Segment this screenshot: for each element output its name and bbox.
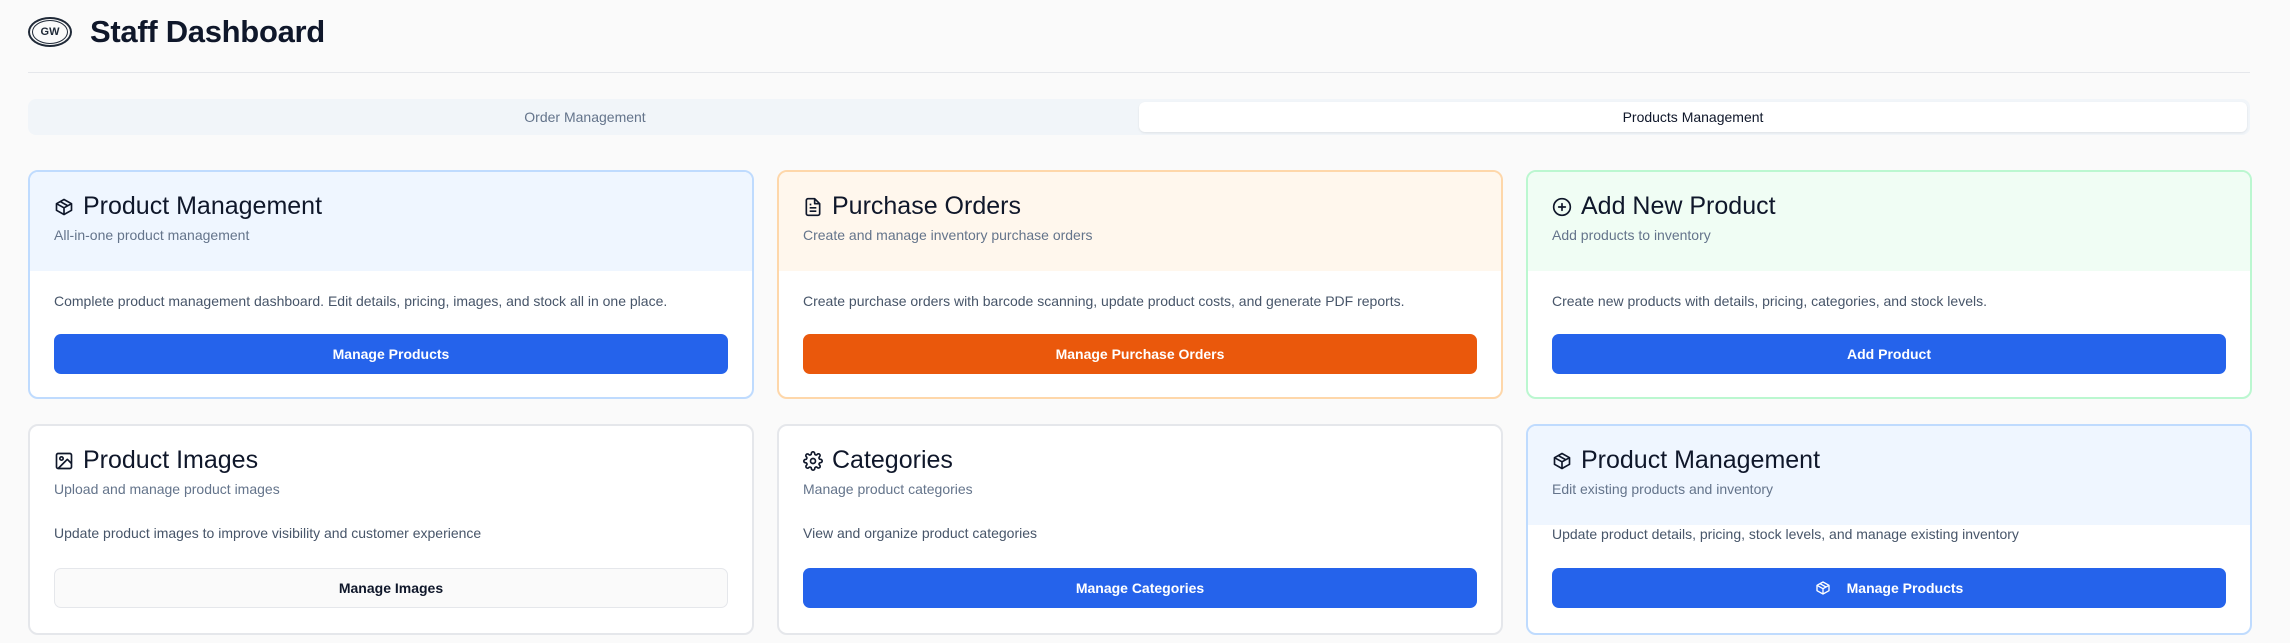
manage-products-button[interactable]: Manage Products: [54, 334, 728, 374]
package-icon: [1553, 452, 1571, 469]
tab-order-management[interactable]: Order Management: [31, 102, 1139, 132]
card-title: Product Images: [83, 446, 259, 474]
page-title: Staff Dashboard: [90, 14, 325, 49]
card-title: Add New Product: [1581, 192, 1776, 220]
card-product-images: Product Images Upload and manage product…: [28, 424, 754, 635]
manage-categories-button[interactable]: Manage Categories: [803, 568, 1477, 608]
card-title: Product Management: [1581, 446, 1821, 474]
card-purchase-orders: Purchase Orders Create and manage invent…: [777, 170, 1503, 399]
card-subtitle: Edit existing products and inventory: [1552, 481, 1774, 497]
gear-icon: [803, 450, 823, 471]
plus-circle-icon: [1552, 197, 1572, 216]
tab-list: Order Management Products Management: [28, 99, 2250, 135]
image-icon: [55, 452, 73, 469]
package-icon: [55, 198, 73, 215]
button-label: Manage Products: [1846, 580, 1964, 596]
card-subtitle: Upload and manage product images: [54, 481, 280, 497]
card-subtitle: All-in-one product management: [54, 227, 250, 243]
card-description: View and organize product categories: [803, 525, 1038, 541]
logo-text: GW: [32, 20, 68, 44]
card-subtitle: Add products to inventory: [1552, 227, 1711, 243]
package-icon: [1815, 581, 1830, 595]
card-product-management: Product Management All-in-one product ma…: [28, 170, 754, 399]
header-divider: [28, 72, 2250, 73]
card-subtitle: Manage product categories: [803, 481, 973, 497]
card-add-new-product: Add New Product Add products to inventor…: [1526, 170, 2252, 399]
file-text-icon: [805, 197, 821, 216]
card-categories: Categories Manage product categories Vie…: [777, 424, 1503, 635]
card-description: Update product details, pricing, stock l…: [1552, 526, 2019, 542]
add-product-button[interactable]: Add Product: [1552, 334, 2226, 374]
card-subtitle: Create and manage inventory purchase ord…: [803, 227, 1093, 243]
manage-purchase-orders-button[interactable]: Manage Purchase Orders: [803, 334, 1477, 374]
card-description: Create new products with details, pricin…: [1552, 293, 1987, 309]
manage-products-button[interactable]: Manage Products: [1552, 568, 2226, 608]
manage-images-button[interactable]: Manage Images: [54, 568, 728, 608]
card-description: Complete product management dashboard. E…: [54, 293, 668, 309]
card-title: Product Management: [83, 192, 323, 220]
card-title: Categories: [832, 446, 953, 474]
card-description: Update product images to improve visibil…: [54, 525, 482, 541]
logo[interactable]: GW: [28, 17, 72, 47]
card-description: Create purchase orders with barcode scan…: [803, 293, 1405, 309]
tab-products-management[interactable]: Products Management: [1139, 102, 2247, 132]
card-product-management-edit: Product Management Edit existing product…: [1526, 424, 2252, 635]
card-title: Purchase Orders: [832, 192, 1021, 220]
header: GW Staff Dashboard: [28, 10, 325, 54]
